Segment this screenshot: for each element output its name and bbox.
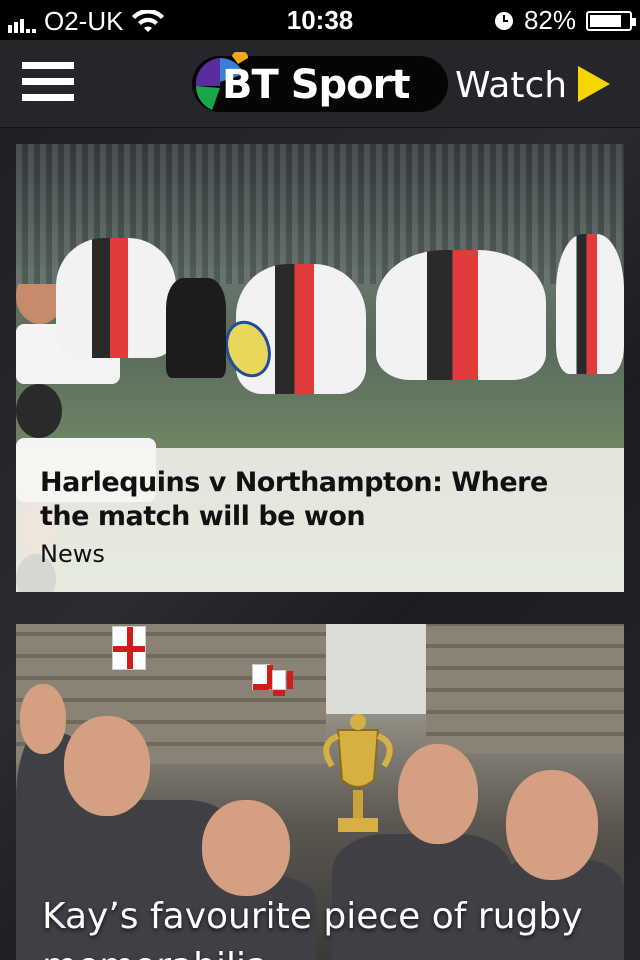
article-headline[interactable]: Harlequins v Northampton: Where the matc… xyxy=(40,466,600,534)
status-right: 82% xyxy=(494,5,636,36)
alarm-clock-icon xyxy=(494,11,513,30)
battery-fill xyxy=(590,14,622,27)
play-arrow-icon[interactable] xyxy=(576,64,612,104)
article-card[interactable]: Kay’s favourite piece of rugby memorabil… xyxy=(16,624,624,960)
trophy-icon xyxy=(323,714,393,832)
menu-icon[interactable] xyxy=(22,62,74,106)
article-card[interactable]: Harlequins v Northampton: Where the matc… xyxy=(16,144,624,592)
news-feed[interactable]: Harlequins v Northampton: Where the matc… xyxy=(0,128,640,960)
battery-icon xyxy=(586,10,636,31)
app-header: BT Sport Watch xyxy=(0,40,640,128)
logo-text: BT Sport xyxy=(222,62,410,108)
status-bar: O2-UK 10:38 82% xyxy=(0,0,640,40)
battery-percent: 82% xyxy=(523,5,576,35)
article-headline[interactable]: Kay’s favourite piece of rugby memorabil… xyxy=(42,892,624,960)
bt-sport-logo[interactable]: BT Sport xyxy=(192,52,448,112)
article-caption: Harlequins v Northampton: Where the matc… xyxy=(16,448,624,592)
article-section: News xyxy=(40,540,105,568)
watch-button-label[interactable]: Watch xyxy=(455,65,567,106)
